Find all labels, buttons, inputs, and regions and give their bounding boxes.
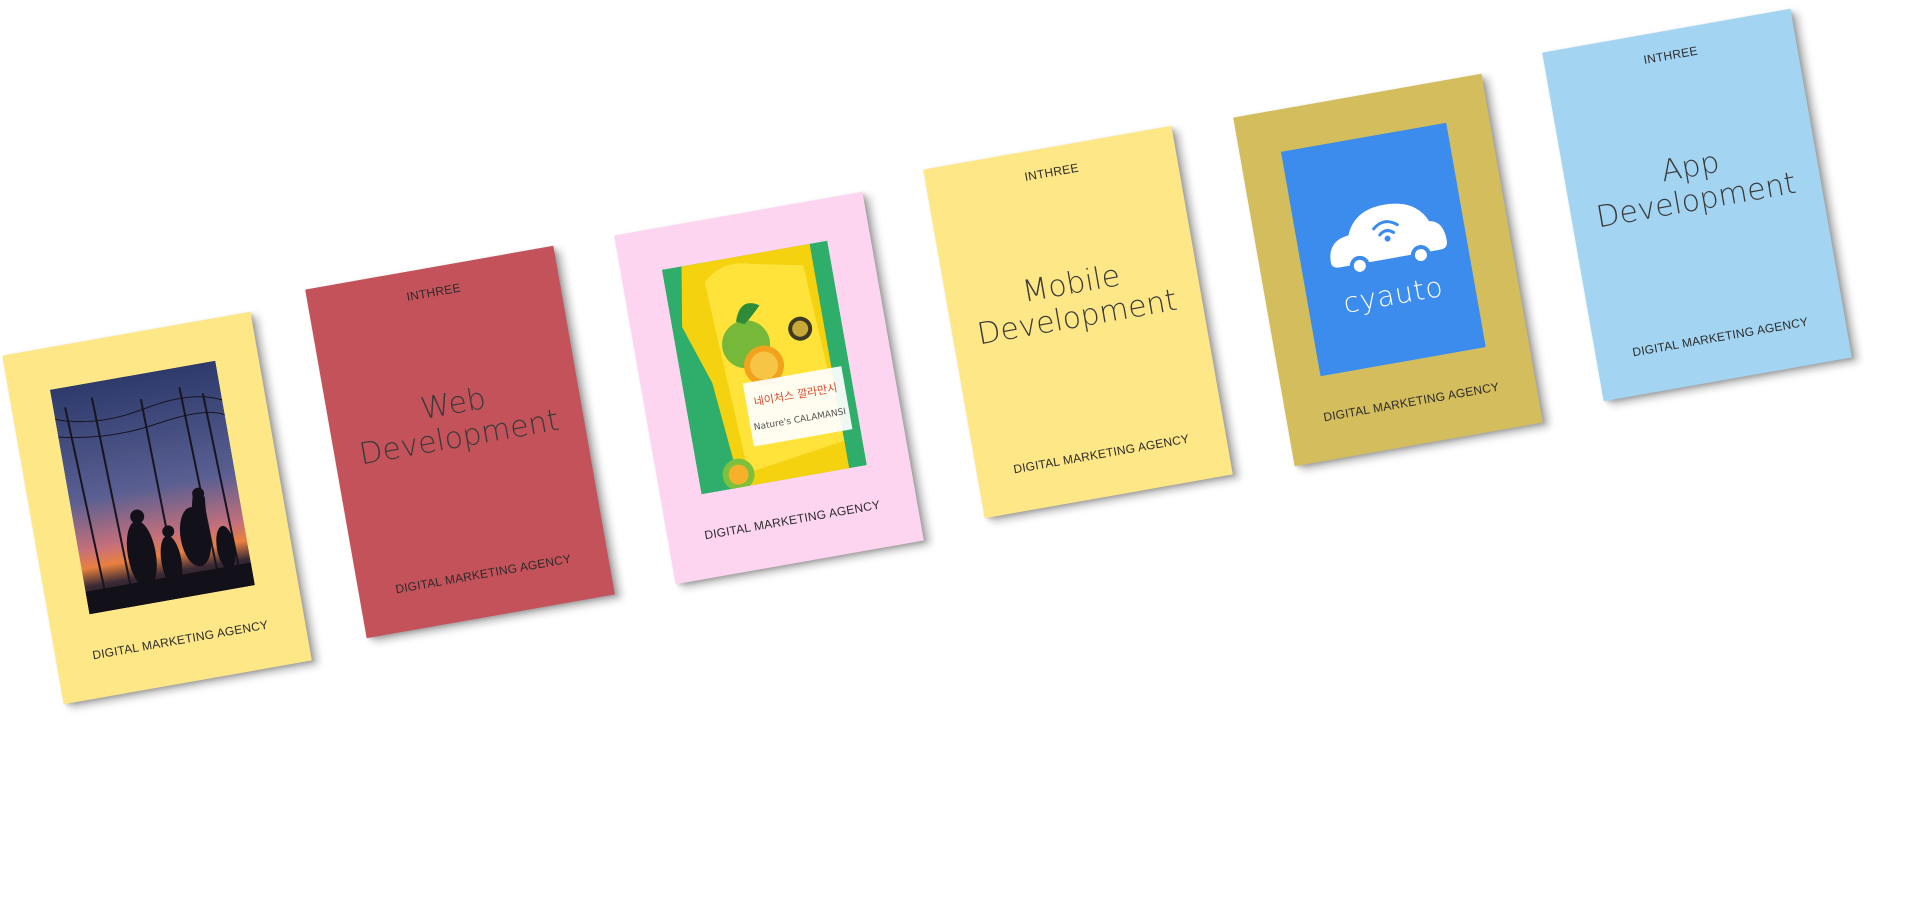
calamansi-product-image: 네이처스 깔라만시 Nature's CALAMANSI	[661, 240, 867, 495]
brand-label: INTHREE	[1023, 160, 1080, 184]
portfolio-card-mobile-development[interactable]: INTHREE Mobile Development DIGITAL MARKE…	[923, 125, 1233, 519]
sunset-silhouette-image	[49, 360, 255, 615]
brand-label: INTHREE	[405, 280, 462, 304]
portfolio-card-app-development[interactable]: INTHREE App Development DIGITAL MARKETIN…	[1542, 8, 1852, 402]
portfolio-card-strip: DIGITAL MARKETING AGENCY INTHREE Web Dev…	[0, 0, 1920, 910]
service-title: Mobile Development	[974, 258, 1180, 353]
agency-label: DIGITAL MARKETING AGENCY	[1322, 379, 1501, 425]
cyauto-logo-image: cyauto	[1280, 122, 1486, 377]
portfolio-card-calamansi[interactable]: 네이처스 깔라만시 Nature's CALAMANSI DIGITAL MAR…	[614, 191, 924, 585]
service-title: App Development	[1593, 144, 1799, 236]
agency-label: DIGITAL MARKETING AGENCY	[1631, 314, 1810, 360]
agency-label: DIGITAL MARKETING AGENCY	[703, 497, 882, 543]
brand-label: INTHREE	[1642, 43, 1699, 67]
portfolio-card-cyauto[interactable]: cyauto DIGITAL MARKETING AGENCY	[1233, 73, 1543, 467]
agency-label: DIGITAL MARKETING AGENCY	[91, 617, 270, 663]
agency-label: DIGITAL MARKETING AGENCY	[394, 551, 573, 597]
portfolio-card-sunset[interactable]: DIGITAL MARKETING AGENCY	[2, 311, 312, 705]
portfolio-card-web-development[interactable]: INTHREE Web Development DIGITAL MARKETIN…	[305, 245, 615, 639]
service-title: Web Development	[356, 381, 562, 473]
agency-label: DIGITAL MARKETING AGENCY	[1012, 431, 1191, 477]
